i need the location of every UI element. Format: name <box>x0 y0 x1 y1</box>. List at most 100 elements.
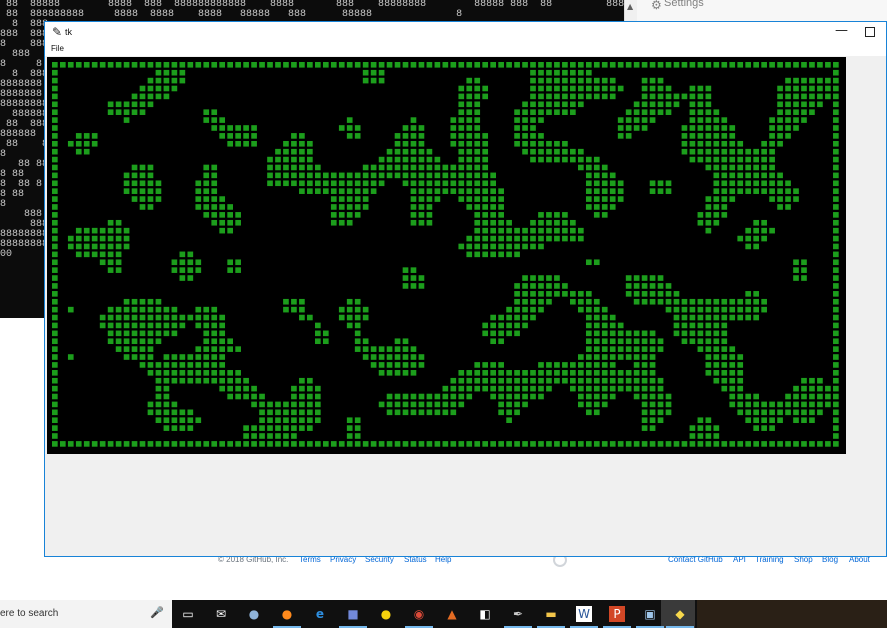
live-cell[interactable] <box>219 125 226 131</box>
live-cell[interactable] <box>593 401 600 408</box>
live-cell[interactable] <box>721 212 728 218</box>
live-cell[interactable] <box>410 180 417 187</box>
live-cell[interactable] <box>538 156 544 163</box>
live-cell[interactable] <box>187 425 194 431</box>
live-cell[interactable] <box>729 441 736 447</box>
live-cell[interactable] <box>259 417 265 424</box>
live-cell[interactable] <box>817 409 823 416</box>
live-cell[interactable] <box>203 346 210 352</box>
live-cell[interactable] <box>354 188 361 194</box>
live-cell[interactable] <box>163 77 170 84</box>
live-cell[interactable] <box>219 354 226 360</box>
live-cell[interactable] <box>633 275 640 281</box>
live-cell[interactable] <box>585 291 592 297</box>
live-cell[interactable] <box>490 393 496 400</box>
live-cell[interactable] <box>52 212 58 218</box>
live-cell[interactable] <box>83 62 90 68</box>
live-cell[interactable] <box>75 251 82 258</box>
live-cell[interactable] <box>578 306 584 313</box>
live-cell[interactable] <box>625 109 632 115</box>
live-cell[interactable] <box>673 298 680 305</box>
live-cell[interactable] <box>745 180 752 187</box>
live-cell[interactable] <box>593 346 600 352</box>
live-cell[interactable] <box>291 180 297 187</box>
live-cell[interactable] <box>458 243 465 250</box>
live-cell[interactable] <box>386 441 393 447</box>
live-cell[interactable] <box>322 188 329 194</box>
live-cell[interactable] <box>649 409 656 416</box>
live-cell[interactable] <box>721 156 728 163</box>
live-cell[interactable] <box>219 362 226 368</box>
live-cell[interactable] <box>713 322 720 329</box>
live-cell[interactable] <box>617 188 624 194</box>
live-cell[interactable] <box>291 441 297 447</box>
live-cell[interactable] <box>713 133 720 139</box>
live-cell[interactable] <box>474 140 481 147</box>
live-cell[interactable] <box>187 417 194 424</box>
live-cell[interactable] <box>713 156 720 163</box>
live-cell[interactable] <box>171 354 178 360</box>
live-cell[interactable] <box>131 346 138 352</box>
live-cell[interactable] <box>737 370 744 376</box>
live-cell[interactable] <box>418 409 425 416</box>
live-cell[interactable] <box>721 125 728 131</box>
live-cell[interactable] <box>769 188 775 194</box>
live-cell[interactable] <box>315 441 321 447</box>
live-cell[interactable] <box>609 354 616 360</box>
live-cell[interactable] <box>657 275 664 281</box>
live-cell[interactable] <box>171 409 178 416</box>
live-cell[interactable] <box>450 140 457 147</box>
live-cell[interactable] <box>530 243 536 250</box>
live-cell[interactable] <box>402 275 409 281</box>
live-cell[interactable] <box>729 385 736 392</box>
live-cell[interactable] <box>139 314 146 321</box>
live-cell[interactable] <box>219 227 226 234</box>
live-cell[interactable] <box>562 291 568 297</box>
live-cell[interactable] <box>641 77 648 84</box>
live-cell[interactable] <box>801 417 807 424</box>
live-cell[interactable] <box>609 377 616 384</box>
live-cell[interactable] <box>570 156 576 163</box>
live-cell[interactable] <box>633 370 640 376</box>
live-cell[interactable] <box>299 401 305 408</box>
tk-window[interactable]: ✎ tk — File <box>44 21 887 557</box>
live-cell[interactable] <box>649 354 656 360</box>
live-cell[interactable] <box>721 385 728 392</box>
live-cell[interactable] <box>554 85 560 92</box>
live-cell[interactable] <box>52 69 58 76</box>
live-cell[interactable] <box>52 148 58 155</box>
live-cell[interactable] <box>155 377 162 384</box>
live-cell[interactable] <box>578 393 584 400</box>
live-cell[interactable] <box>498 196 504 202</box>
live-cell[interactable] <box>490 338 496 345</box>
live-cell[interactable] <box>753 298 759 305</box>
live-cell[interactable] <box>418 393 425 400</box>
live-cell[interactable] <box>585 259 592 266</box>
live-cell[interactable] <box>267 433 273 439</box>
live-cell[interactable] <box>354 433 361 439</box>
live-cell[interactable] <box>490 196 496 202</box>
live-cell[interactable] <box>410 156 417 163</box>
live-cell[interactable] <box>346 314 353 321</box>
live-cell[interactable] <box>522 298 528 305</box>
live-cell[interactable] <box>530 140 536 147</box>
live-cell[interactable] <box>370 188 377 194</box>
live-cell[interactable] <box>641 425 648 431</box>
live-cell[interactable] <box>593 77 600 84</box>
live-cell[interactable] <box>705 338 712 345</box>
live-cell[interactable] <box>593 180 600 187</box>
live-cell[interactable] <box>522 275 528 281</box>
live-cell[interactable] <box>554 93 560 100</box>
live-cell[interactable] <box>466 117 473 123</box>
live-cell[interactable] <box>753 219 759 226</box>
live-cell[interactable] <box>785 393 791 400</box>
live-cell[interactable] <box>641 101 648 108</box>
live-cell[interactable] <box>833 433 839 439</box>
live-cell[interactable] <box>187 354 194 360</box>
live-cell[interactable] <box>211 117 218 123</box>
live-cell[interactable] <box>346 204 353 210</box>
live-cell[interactable] <box>649 330 656 337</box>
live-cell[interactable] <box>809 101 815 108</box>
live-cell[interactable] <box>649 283 656 289</box>
live-cell[interactable] <box>777 133 783 139</box>
